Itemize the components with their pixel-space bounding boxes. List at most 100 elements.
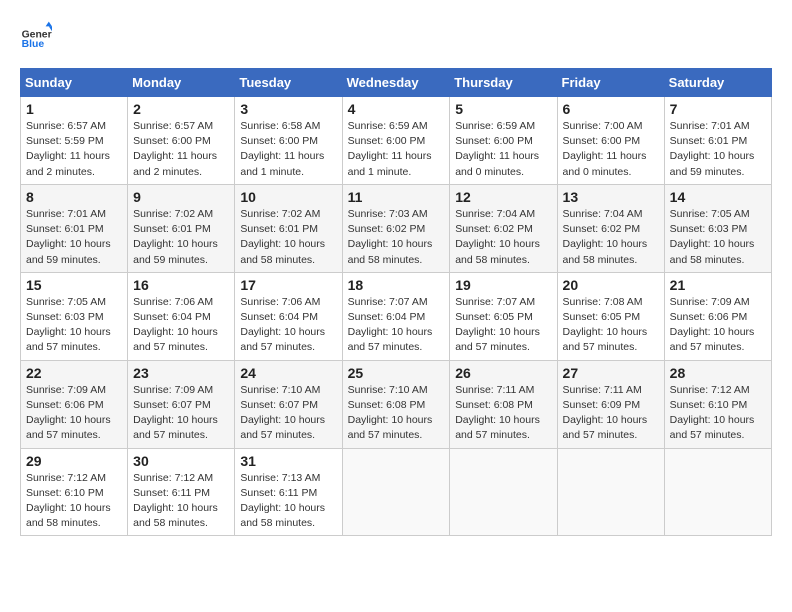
day-number: 24 xyxy=(240,365,336,381)
calendar-header-monday: Monday xyxy=(128,69,235,97)
day-number: 9 xyxy=(133,189,229,205)
calendar-cell xyxy=(664,448,771,536)
day-number: 29 xyxy=(26,453,122,469)
calendar-cell xyxy=(342,448,450,536)
day-info: Sunrise: 7:13 AMSunset: 6:11 PMDaylight:… xyxy=(240,471,336,532)
day-info: Sunrise: 7:12 AMSunset: 6:11 PMDaylight:… xyxy=(133,471,229,532)
calendar-cell: 3 Sunrise: 6:58 AMSunset: 6:00 PMDaylight… xyxy=(235,97,342,185)
calendar-week-row: 29 Sunrise: 7:12 AMSunset: 6:10 PMDayligh… xyxy=(21,448,772,536)
day-number: 17 xyxy=(240,277,336,293)
day-number: 18 xyxy=(348,277,445,293)
day-number: 8 xyxy=(26,189,122,205)
calendar-cell: 7 Sunrise: 7:01 AMSunset: 6:01 PMDaylight… xyxy=(664,97,771,185)
calendar-header-wednesday: Wednesday xyxy=(342,69,450,97)
logo: General Blue xyxy=(20,20,52,52)
day-info: Sunrise: 6:58 AMSunset: 6:00 PMDaylight:… xyxy=(240,119,336,180)
day-number: 28 xyxy=(670,365,766,381)
calendar-cell: 13 Sunrise: 7:04 AMSunset: 6:02 PMDayligh… xyxy=(557,184,664,272)
day-number: 5 xyxy=(455,101,551,117)
calendar-header-saturday: Saturday xyxy=(664,69,771,97)
calendar-cell: 24 Sunrise: 7:10 AMSunset: 6:07 PMDayligh… xyxy=(235,360,342,448)
day-number: 22 xyxy=(26,365,122,381)
calendar-cell: 30 Sunrise: 7:12 AMSunset: 6:11 PMDayligh… xyxy=(128,448,235,536)
calendar-week-row: 22 Sunrise: 7:09 AMSunset: 6:06 PMDayligh… xyxy=(21,360,772,448)
calendar-cell: 20 Sunrise: 7:08 AMSunset: 6:05 PMDayligh… xyxy=(557,272,664,360)
calendar-cell: 11 Sunrise: 7:03 AMSunset: 6:02 PMDayligh… xyxy=(342,184,450,272)
calendar-cell: 2Sunrise: 6:57 AMSunset: 6:00 PMDaylight… xyxy=(128,97,235,185)
day-info: Sunrise: 7:00 AMSunset: 6:00 PMDaylight:… xyxy=(563,119,659,180)
day-number: 1 xyxy=(26,101,122,117)
day-info: Sunrise: 7:04 AMSunset: 6:02 PMDaylight:… xyxy=(563,207,659,268)
calendar-cell: 22 Sunrise: 7:09 AMSunset: 6:06 PMDayligh… xyxy=(21,360,128,448)
day-info: Sunrise: 7:03 AMSunset: 6:02 PMDaylight:… xyxy=(348,207,445,268)
calendar-cell xyxy=(450,448,557,536)
day-number: 12 xyxy=(455,189,551,205)
day-number: 4 xyxy=(348,101,445,117)
calendar-header-thursday: Thursday xyxy=(450,69,557,97)
day-number: 15 xyxy=(26,277,122,293)
calendar-cell: 31 Sunrise: 7:13 AMSunset: 6:11 PMDayligh… xyxy=(235,448,342,536)
calendar-cell: 29 Sunrise: 7:12 AMSunset: 6:10 PMDayligh… xyxy=(21,448,128,536)
calendar-cell xyxy=(557,448,664,536)
day-info: Sunrise: 7:01 AMSunset: 6:01 PMDaylight:… xyxy=(26,207,122,268)
day-info: Sunrise: 7:11 AMSunset: 6:08 PMDaylight:… xyxy=(455,383,551,444)
calendar-cell: 18 Sunrise: 7:07 AMSunset: 6:04 PMDayligh… xyxy=(342,272,450,360)
day-number: 10 xyxy=(240,189,336,205)
day-number: 31 xyxy=(240,453,336,469)
day-number: 6 xyxy=(563,101,659,117)
calendar-cell: 12 Sunrise: 7:04 AMSunset: 6:02 PMDayligh… xyxy=(450,184,557,272)
day-number: 23 xyxy=(133,365,229,381)
day-info: Sunrise: 7:07 AMSunset: 6:05 PMDaylight:… xyxy=(455,295,551,356)
calendar-cell: 10 Sunrise: 7:02 AMSunset: 6:01 PMDayligh… xyxy=(235,184,342,272)
calendar-header-row: SundayMondayTuesdayWednesdayThursdayFrid… xyxy=(21,69,772,97)
day-info: Sunrise: 7:06 AMSunset: 6:04 PMDaylight:… xyxy=(240,295,336,356)
day-info: Sunrise: 7:11 AMSunset: 6:09 PMDaylight:… xyxy=(563,383,659,444)
day-info: Sunrise: 7:05 AMSunset: 6:03 PMDaylight:… xyxy=(670,207,766,268)
day-number: 21 xyxy=(670,277,766,293)
day-number: 19 xyxy=(455,277,551,293)
day-info: Sunrise: 7:12 AMSunset: 6:10 PMDaylight:… xyxy=(670,383,766,444)
day-info: Sunrise: 7:02 AMSunset: 6:01 PMDaylight:… xyxy=(133,207,229,268)
day-number: 30 xyxy=(133,453,229,469)
day-info: Sunrise: 7:10 AMSunset: 6:07 PMDaylight:… xyxy=(240,383,336,444)
day-info: Sunrise: 6:57 AMSunset: 5:59 PMDaylight:… xyxy=(26,119,122,180)
calendar-header-tuesday: Tuesday xyxy=(235,69,342,97)
day-number: 14 xyxy=(670,189,766,205)
day-number: 13 xyxy=(563,189,659,205)
day-number: 7 xyxy=(670,101,766,117)
day-info: Sunrise: 7:09 AMSunset: 6:07 PMDaylight:… xyxy=(133,383,229,444)
day-number: 27 xyxy=(563,365,659,381)
calendar-week-row: 15Sunrise: 7:05 AMSunset: 6:03 PMDayligh… xyxy=(21,272,772,360)
day-number: 20 xyxy=(563,277,659,293)
day-number: 26 xyxy=(455,365,551,381)
calendar-cell: 9 Sunrise: 7:02 AMSunset: 6:01 PMDaylight… xyxy=(128,184,235,272)
day-number: 16 xyxy=(133,277,229,293)
svg-text:Blue: Blue xyxy=(22,39,45,50)
page-header: General Blue xyxy=(20,20,772,52)
calendar-header-sunday: Sunday xyxy=(21,69,128,97)
day-info: Sunrise: 6:57 AMSunset: 6:00 PMDaylight:… xyxy=(133,119,229,180)
day-info: Sunrise: 7:04 AMSunset: 6:02 PMDaylight:… xyxy=(455,207,551,268)
calendar-cell: 27 Sunrise: 7:11 AMSunset: 6:09 PMDayligh… xyxy=(557,360,664,448)
day-info: Sunrise: 7:08 AMSunset: 6:05 PMDaylight:… xyxy=(563,295,659,356)
calendar-cell: 28 Sunrise: 7:12 AMSunset: 6:10 PMDayligh… xyxy=(664,360,771,448)
calendar-cell: 14 Sunrise: 7:05 AMSunset: 6:03 PMDayligh… xyxy=(664,184,771,272)
day-number: 3 xyxy=(240,101,336,117)
day-info: Sunrise: 7:09 AMSunset: 6:06 PMDaylight:… xyxy=(26,383,122,444)
day-info: Sunrise: 6:59 AMSunset: 6:00 PMDaylight:… xyxy=(455,119,551,180)
calendar-cell: 19 Sunrise: 7:07 AMSunset: 6:05 PMDayligh… xyxy=(450,272,557,360)
day-number: 11 xyxy=(348,189,445,205)
calendar-week-row: 8 Sunrise: 7:01 AMSunset: 6:01 PMDaylight… xyxy=(21,184,772,272)
day-info: Sunrise: 7:12 AMSunset: 6:10 PMDaylight:… xyxy=(26,471,122,532)
day-info: Sunrise: 7:02 AMSunset: 6:01 PMDaylight:… xyxy=(240,207,336,268)
day-info: Sunrise: 7:01 AMSunset: 6:01 PMDaylight:… xyxy=(670,119,766,180)
calendar-cell: 25Sunrise: 7:10 AMSunset: 6:08 PMDayligh… xyxy=(342,360,450,448)
calendar-cell: 23 Sunrise: 7:09 AMSunset: 6:07 PMDayligh… xyxy=(128,360,235,448)
calendar-cell: 26 Sunrise: 7:11 AMSunset: 6:08 PMDayligh… xyxy=(450,360,557,448)
calendar-table: SundayMondayTuesdayWednesdayThursdayFrid… xyxy=(20,68,772,536)
day-info: Sunrise: 6:59 AMSunset: 6:00 PMDaylight:… xyxy=(348,119,445,180)
calendar-cell: 5 Sunrise: 6:59 AMSunset: 6:00 PMDaylight… xyxy=(450,97,557,185)
day-info: Sunrise: 7:10 AMSunset: 6:08 PMDaylight:… xyxy=(348,383,445,444)
day-info: Sunrise: 7:07 AMSunset: 6:04 PMDaylight:… xyxy=(348,295,445,356)
logo-icon: General Blue xyxy=(20,20,52,52)
